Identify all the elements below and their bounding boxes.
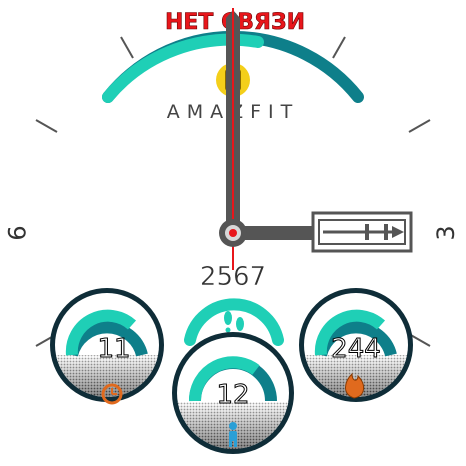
dial-label-3: 3 <box>432 225 460 240</box>
complication-right-value: 244 <box>331 334 381 364</box>
watch-face: 9 3 AMAZFIT НЕТ СВЯЗИ 2567 11 <box>1 1 465 465</box>
complication-left-value: 11 <box>97 334 130 364</box>
dial-label-9: 9 <box>2 225 30 240</box>
center-cap <box>219 219 247 247</box>
complication-center-value: 12 <box>216 380 249 410</box>
